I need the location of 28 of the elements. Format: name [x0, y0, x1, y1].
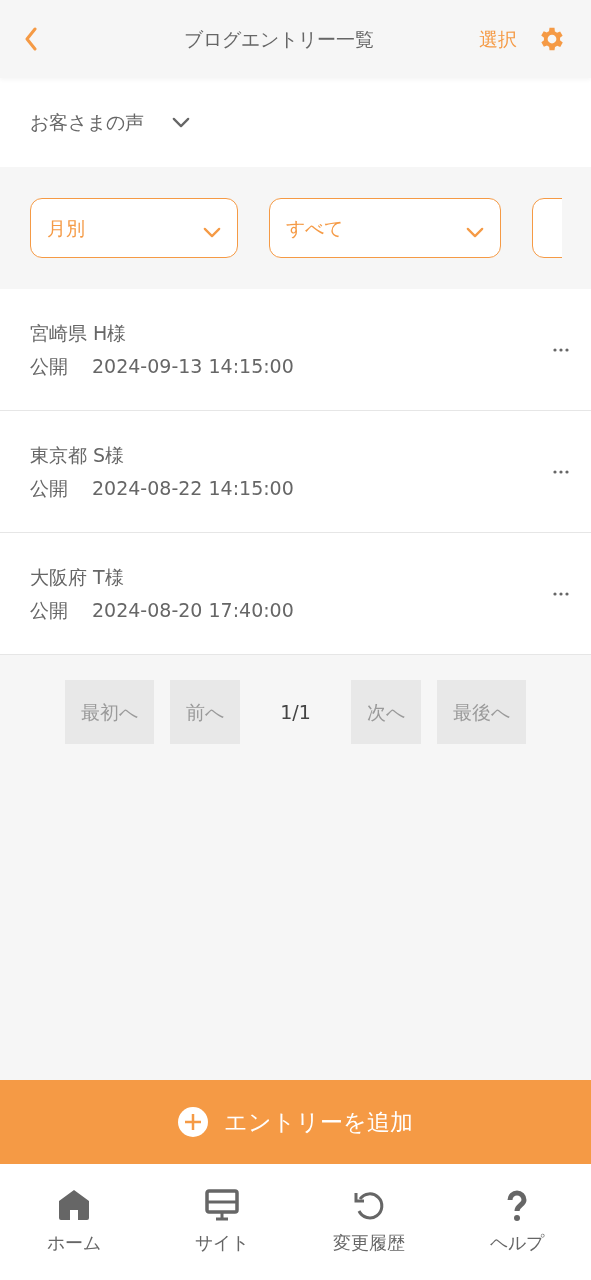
chevron-down-icon	[203, 226, 221, 238]
chevron-down-icon	[172, 117, 190, 128]
entry-row[interactable]: 大阪府 T様 公開 2024-08-20 17:40:00	[0, 533, 591, 655]
entry-title: 大阪府 T様	[30, 565, 125, 590]
nav-tab[interactable]: 変更履歴	[295, 1188, 444, 1256]
entry-row[interactable]: 東京都 S様 公開 2024-08-22 14:15:00	[0, 411, 591, 533]
chevron-down-icon	[466, 226, 484, 238]
more-icon[interactable]	[553, 469, 569, 474]
nav-tab[interactable]: サイト	[147, 1188, 296, 1256]
category-dropdown[interactable]: お客さまの声	[30, 108, 190, 137]
entry-datetime: 2024-09-13 14:15:00	[92, 353, 294, 379]
more-icon[interactable]	[553, 591, 569, 596]
entry-status: 公開	[30, 475, 68, 501]
home-icon	[56, 1188, 91, 1221]
entry-datetime: 2024-08-20 17:40:00	[92, 597, 294, 623]
plus-circle-icon	[178, 1107, 208, 1137]
nav-tab[interactable]: ヘルプ	[443, 1188, 591, 1256]
entry-status: 公開	[30, 353, 68, 379]
entry-row[interactable]: 宮崎県 H様 公開 2024-09-13 14:15:00	[0, 289, 591, 411]
entry-status: 公開	[30, 597, 68, 623]
entry-title: 宮崎県 H様	[30, 321, 128, 346]
monitor-icon	[204, 1188, 239, 1221]
entry-title: 東京都 S様	[30, 443, 126, 468]
more-icon[interactable]	[553, 347, 569, 352]
page-indicator: 1/1	[279, 699, 312, 725]
page-title: ブログエントリー一覧	[183, 26, 374, 52]
nav-tab[interactable]: ホーム	[0, 1188, 148, 1256]
entry-datetime: 2024-08-22 14:15:00	[92, 475, 294, 501]
